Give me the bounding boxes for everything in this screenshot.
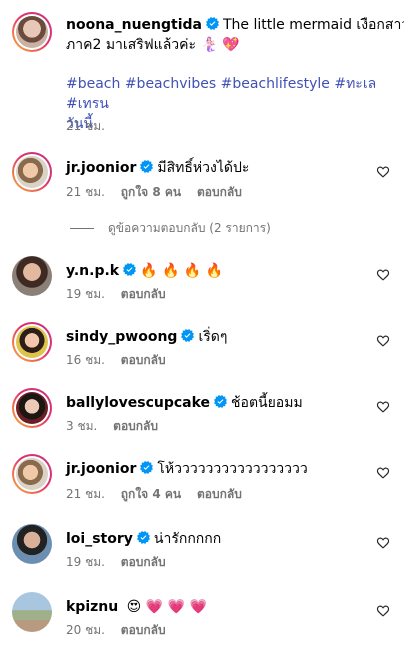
avatar[interactable] <box>12 256 52 296</box>
comment-username[interactable]: sindy_pwoong <box>66 329 177 345</box>
caption-text-line2: ภาค2 มาเสริฟแล้วค่ะ 🧜🏻‍♀️ 💖 <box>66 37 240 53</box>
comment-item: ballylovescupcake ช้อตนี้ยอมม 3 ชม. ตอบกล… <box>0 388 404 438</box>
comment-time: 19 ชม. <box>66 555 105 569</box>
verified-icon <box>140 160 153 173</box>
like-heart-icon[interactable] <box>376 165 390 179</box>
comment-likes[interactable]: ถูกใจ 4 คน <box>121 487 181 501</box>
comment-item: jr.joonior มีสิทธิ์ห่วงได้ปะ 21 ชม. ถูกใจ… <box>0 152 404 206</box>
comment-time: 21 ชม. <box>66 185 105 199</box>
reply-button[interactable]: ตอบกลับ <box>121 287 166 301</box>
comment-username[interactable]: loi_story <box>66 531 133 547</box>
verified-icon <box>123 263 136 276</box>
verified-icon <box>214 395 227 408</box>
avatar[interactable] <box>12 454 52 494</box>
verified-icon <box>181 329 194 342</box>
reply-button[interactable]: ตอบกลับ <box>197 487 242 501</box>
caption-time: 21 ชม. <box>66 119 105 133</box>
comment-text: โห้ววววววววววววววววว <box>157 461 308 477</box>
comment-likes[interactable]: ถูกใจ 8 คน <box>121 185 181 199</box>
avatar[interactable] <box>12 322 52 362</box>
comment-text: น่ารักกกกก <box>153 531 222 547</box>
comment-text: ช้อตนี้ยอมม <box>231 395 303 411</box>
avatar[interactable] <box>12 152 52 192</box>
comment-time: 21 ชม. <box>66 487 105 501</box>
comment-time: 16 ชม. <box>66 353 105 367</box>
like-heart-icon[interactable] <box>376 334 390 348</box>
reply-button[interactable]: ตอบกลับ <box>121 623 166 637</box>
like-heart-icon[interactable] <box>376 400 390 414</box>
like-heart-icon[interactable] <box>376 268 390 282</box>
comment-username[interactable]: y.n.p.k <box>66 263 119 279</box>
like-heart-icon[interactable] <box>376 536 390 550</box>
verified-icon <box>140 461 153 474</box>
caption-block: noona_nuengtida The little mermaid เงือกส… <box>0 0 404 140</box>
like-heart-icon[interactable] <box>376 604 390 618</box>
like-heart-icon[interactable] <box>376 466 390 480</box>
comment-username[interactable]: jr.joonior <box>66 160 136 176</box>
reply-button[interactable]: ตอบกลับ <box>121 555 166 569</box>
comment-text: 🔥 🔥 🔥 🔥 <box>140 263 224 279</box>
comment-item: loi_story น่ารักกกกก 19 ชม. ตอบกลับ <box>0 524 404 574</box>
comment-text: 😍 💗 💗 💗 <box>126 599 207 615</box>
caption-username[interactable]: noona_nuengtida <box>66 17 202 33</box>
view-replies-label: ดูข้อความตอบกลับ (2 รายการ) <box>108 220 271 235</box>
reply-button[interactable]: ตอบกลับ <box>121 353 166 367</box>
comment-username[interactable]: ballylovescupcake <box>66 395 210 411</box>
comment-time: 3 ชม. <box>66 419 98 433</box>
comment-item: kpiznu 😍 💗 💗 💗 20 ชม. ตอบกลับ <box>0 592 404 642</box>
comment-username[interactable]: kpiznu <box>66 599 118 615</box>
comment-text: มีสิทธิ์ห่วงได้ปะ <box>157 160 250 176</box>
reply-button[interactable]: ตอบกลับ <box>113 419 158 433</box>
caption-text-line1: The little mermaid เงือกสาว <box>223 17 404 33</box>
divider-dash <box>70 227 94 229</box>
comment-time: 19 ชม. <box>66 287 105 301</box>
comment-item: sindy_pwoong เริ่ดๆ 16 ชม. ตอบกลับ <box>0 322 404 372</box>
caption-avatar[interactable] <box>12 12 52 52</box>
view-replies-button[interactable]: ดูข้อความตอบกลับ (2 รายการ) <box>66 220 271 236</box>
reply-button[interactable]: ตอบกลับ <box>197 185 242 199</box>
comment-item: jr.joonior โห้ววววววววววววววววว 21 ชม. ถู… <box>0 454 404 504</box>
caption-hashtags[interactable]: #beach #beachvibes #beachlifestyle #ทะเล… <box>66 74 386 114</box>
comment-time: 20 ชม. <box>66 623 105 637</box>
avatar[interactable] <box>12 388 52 428</box>
verified-icon <box>137 531 150 544</box>
comment-item: y.n.p.k 🔥 🔥 🔥 🔥 19 ชม. ตอบกลับ <box>0 256 404 306</box>
verified-icon <box>206 17 219 30</box>
avatar[interactable] <box>12 524 52 564</box>
comment-username[interactable]: jr.joonior <box>66 461 136 477</box>
comment-text: เริ่ดๆ <box>198 329 228 345</box>
avatar[interactable] <box>12 592 52 632</box>
